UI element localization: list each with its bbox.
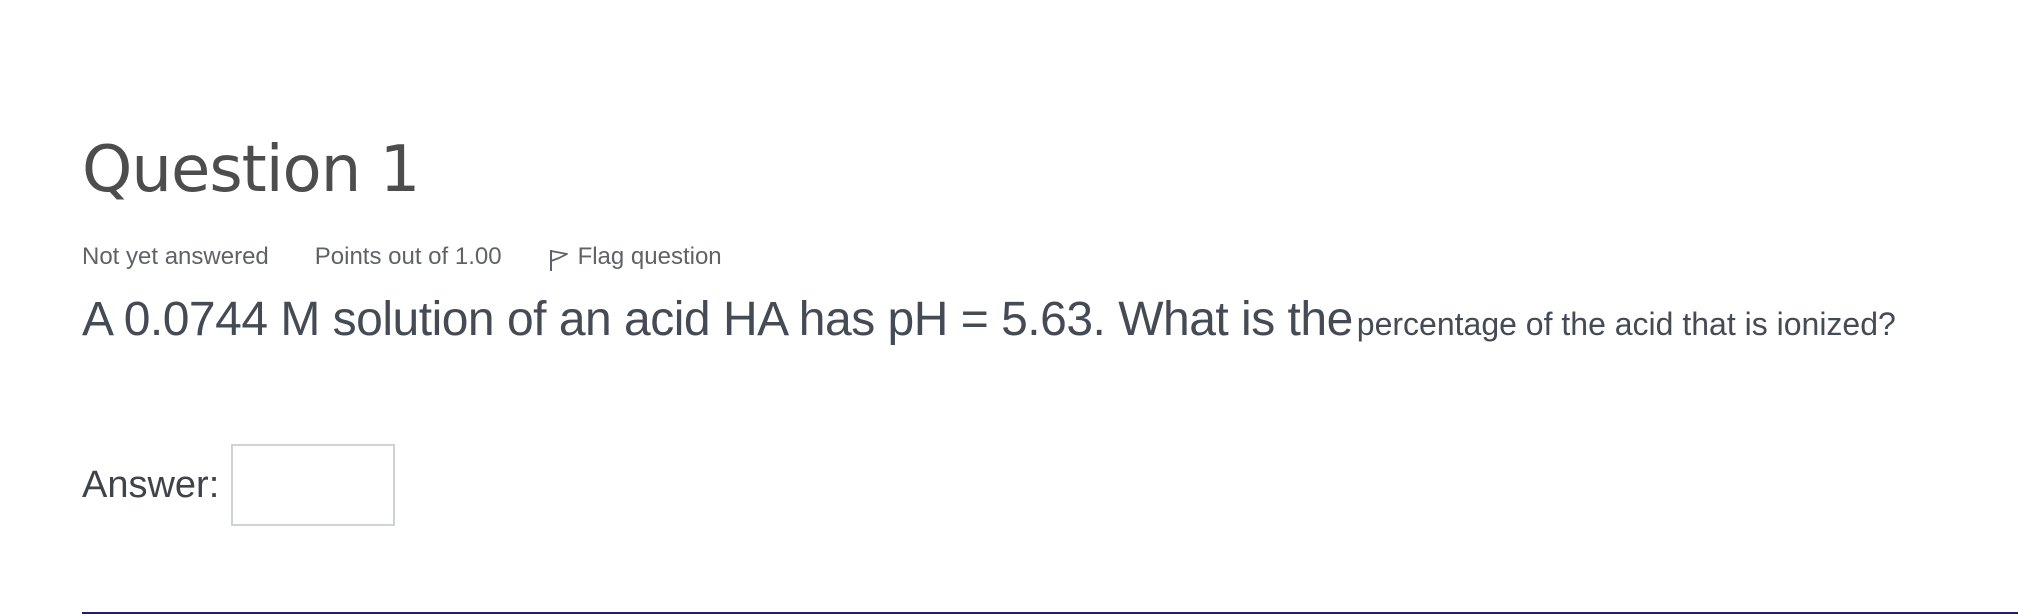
- flag-icon: [548, 247, 570, 273]
- answer-row: Answer:: [82, 444, 396, 526]
- flag-question-label: Flag question: [577, 243, 722, 270]
- question-text-large: A 0.0744 M solution of an acid HA has pH…: [82, 293, 1353, 346]
- question-status: Not yet answered: [82, 243, 269, 270]
- question-info: Not yet answered Points out of 1.00 Flag…: [82, 241, 722, 273]
- question-grade: Points out of 1.00: [314, 243, 502, 270]
- answer-input[interactable]: [231, 444, 396, 526]
- question-title: Question 1: [82, 133, 420, 207]
- question-text: A 0.0744 M solution of an acid HA has pH…: [82, 292, 1896, 347]
- question-block: Question 1 Not yet answered Points out o…: [82, 0, 2018, 616]
- divider: [82, 612, 2018, 614]
- answer-label: Answer:: [82, 463, 220, 506]
- question-text-small: percentage of the acid that is ionized?: [1356, 306, 1896, 342]
- flag-question-button[interactable]: Flag question: [548, 241, 722, 273]
